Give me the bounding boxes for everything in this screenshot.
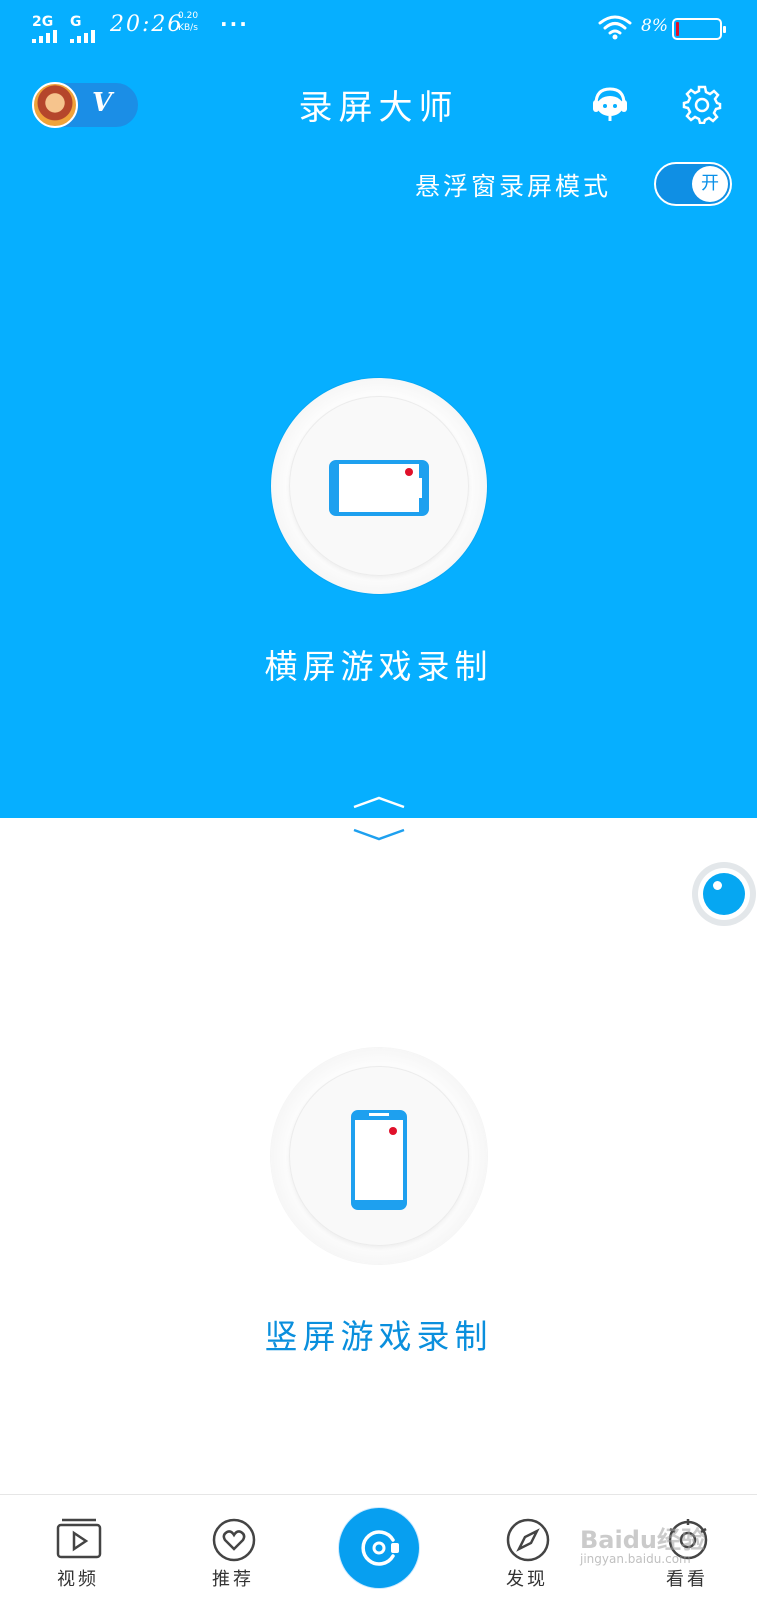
nav-video[interactable]: 视频 [28,1495,128,1600]
wifi-icon [598,15,632,40]
signal-bars-icon-2 [70,30,95,43]
landscape-record-button[interactable] [271,378,487,594]
clock: 20:26 [110,12,184,37]
more-notifications: ··· [220,12,249,36]
landscape-phone-icon [329,460,429,516]
watermark: Baidu经验 [580,1526,705,1554]
floating-record-ball[interactable] [692,862,756,926]
network-type-2: G [70,14,82,30]
portrait-phone-icon [351,1110,407,1210]
portrait-record-label[interactable]: 竖屏游戏录制 [0,1310,757,1358]
status-bar: 2G G 20:26 0.20 KB/s ··· 8% [0,0,757,58]
battery-percent: 8% [641,16,668,36]
heart-icon [212,1518,256,1562]
record-icon [361,1530,399,1566]
customer-service-icon[interactable] [590,84,630,124]
portrait-record-button[interactable] [271,1048,487,1264]
app-title: 录屏大师 [298,88,459,128]
compass-icon [506,1518,550,1562]
chevron-up-icon[interactable] [352,795,406,809]
float-mode-label: 悬浮窗录屏模式 [415,172,612,201]
nav-label-video: 视频 [57,1569,99,1590]
toggle-knob: 开 [692,166,728,202]
nav-discover[interactable]: 发现 [477,1495,577,1600]
nav-label-watch: 看看 [666,1569,708,1590]
nav-label-recommend: 推荐 [212,1569,254,1590]
float-mode-toggle[interactable]: 开 [654,162,732,206]
nav-record-button[interactable] [339,1508,419,1588]
video-play-icon [56,1518,102,1559]
landscape-record-label[interactable]: 横屏游戏录制 [0,640,757,688]
watermark-url: jingyan.baidu.com [580,1552,691,1566]
chevron-down-icon[interactable] [352,828,406,842]
battery-icon [672,18,726,40]
signal-bars-icon [32,30,57,43]
net-speed: 0.20 KB/s [178,11,199,33]
nav-recommend[interactable]: 推荐 [183,1495,283,1600]
settings-gear-icon[interactable] [682,84,722,124]
nav-label-discover: 发现 [506,1569,548,1590]
network-type-1: 2G [32,14,54,30]
